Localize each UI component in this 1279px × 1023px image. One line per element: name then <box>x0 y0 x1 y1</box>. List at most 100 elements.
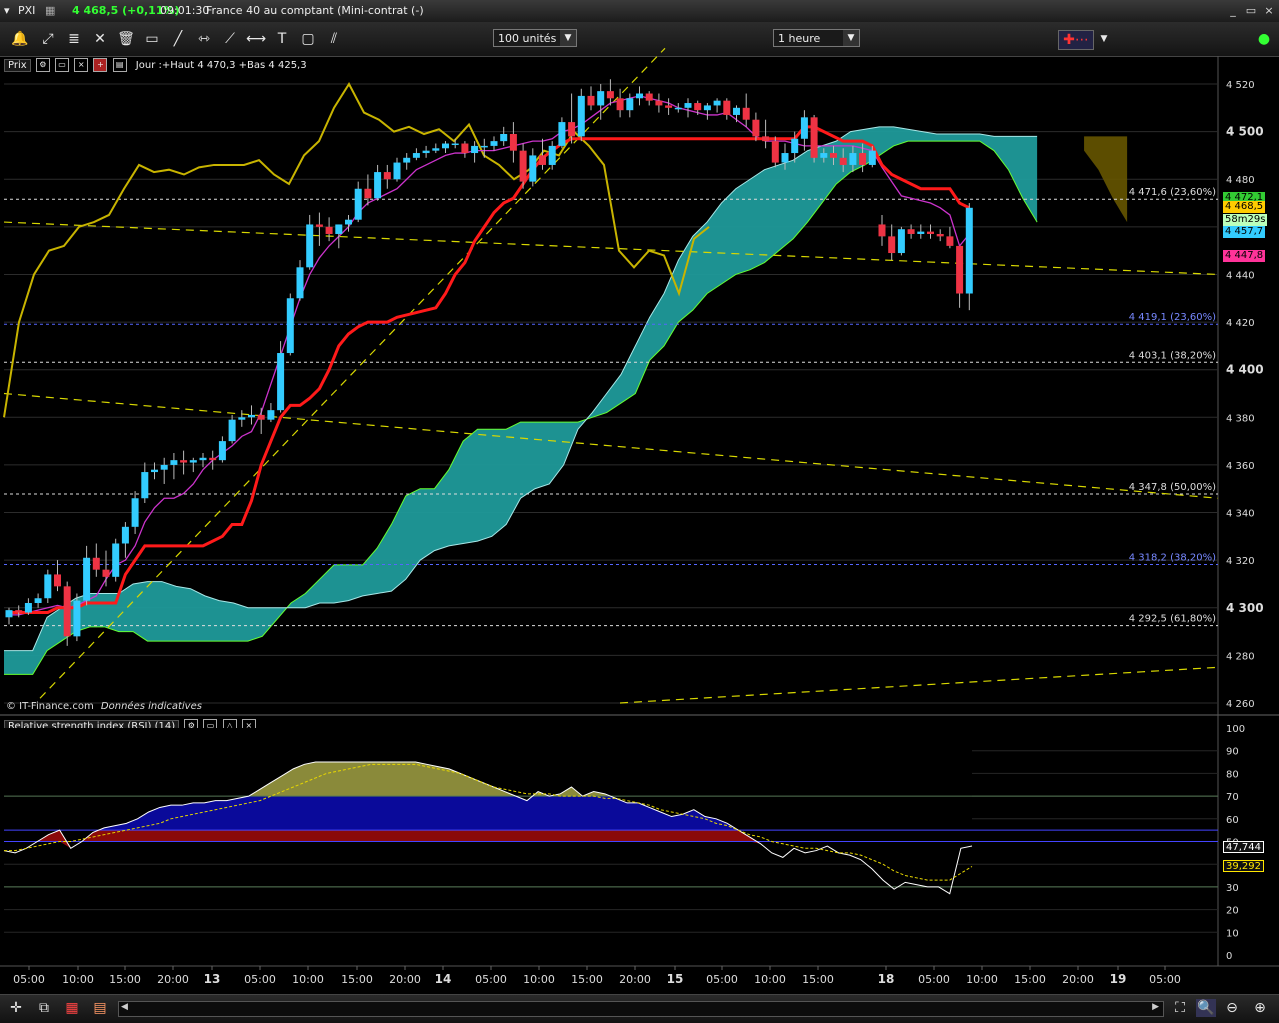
watermark-source: © IT-Finance.com <box>6 701 94 712</box>
time-tick-label: 15:00 <box>1014 973 1046 986</box>
fibonacci-label: 4 318,2 (38,20%) <box>1129 552 1216 563</box>
rsi-tick-label: 70 <box>1226 792 1239 803</box>
rsi-tick-label: 10 <box>1226 928 1239 939</box>
rsi-tick-label: 0 <box>1226 951 1232 962</box>
time-tick-label: 18 <box>878 972 895 986</box>
candle-body <box>548 145 556 165</box>
candle-body <box>121 526 129 544</box>
candle-body <box>151 469 158 473</box>
horizontal-scrollbar[interactable]: ◀ ▶ <box>118 1001 1164 1017</box>
candle-body <box>500 133 508 142</box>
time-tick-label: 10:00 <box>523 973 555 986</box>
scroll-left-icon[interactable]: ◀ <box>121 1002 128 1012</box>
time-tick-label: 19 <box>1110 972 1127 986</box>
candle-body <box>257 414 265 420</box>
candle-body <box>733 107 740 115</box>
candle-body <box>490 141 498 146</box>
candle-body <box>374 172 382 199</box>
time-tick-label: 15:00 <box>571 973 603 986</box>
price-tick-label: 4 300 <box>1226 601 1264 615</box>
candle-body <box>218 441 226 461</box>
time-tick-label: 05:00 <box>706 973 738 986</box>
candle-body <box>286 298 294 354</box>
candle-body <box>112 543 120 577</box>
time-tick-label: 20:00 <box>1062 973 1094 986</box>
senkou-a-line <box>4 126 1038 652</box>
time-tick-label: 10:00 <box>966 973 998 986</box>
candle-body <box>946 236 954 246</box>
candle-body <box>92 557 100 570</box>
candle-body <box>238 417 246 420</box>
scroll-right-icon[interactable]: ▶ <box>1152 1002 1159 1012</box>
time-tick-label: 15:00 <box>341 973 373 986</box>
rsi-value-badge: 39,292 <box>1223 859 1264 872</box>
candle-body <box>820 153 828 158</box>
candle-body <box>723 100 731 115</box>
fibonacci-label: 4 403,1 (38,20%) <box>1129 350 1216 361</box>
candle-body <box>965 207 973 294</box>
price-badge: 4 457,7 <box>1223 226 1266 239</box>
candle-body <box>383 172 391 180</box>
price-tick-label: 4 420 <box>1226 318 1255 329</box>
candle-body <box>694 103 702 111</box>
trend-line <box>619 666 1219 704</box>
candle-body <box>529 155 537 182</box>
candle-body <box>539 155 546 165</box>
price-tick-label: 4 280 <box>1226 651 1255 662</box>
zoom-select-icon[interactable]: 🔍 <box>1196 999 1216 1017</box>
candle-body <box>403 157 411 163</box>
fibonacci-label: 4 292,5 (61,80%) <box>1129 614 1216 625</box>
candle-body <box>141 472 149 499</box>
time-tick-label: 05:00 <box>1149 973 1181 986</box>
time-tick-label: 10:00 <box>62 973 94 986</box>
candle-body <box>393 162 401 180</box>
candle-body <box>442 143 449 149</box>
candle-body <box>5 610 13 618</box>
candle-body <box>325 226 333 234</box>
candle-body <box>742 107 750 120</box>
candle-body <box>267 410 275 420</box>
candle-body <box>354 188 362 220</box>
candle-body <box>364 188 372 199</box>
candle-body <box>160 464 168 470</box>
candle-body <box>577 95 585 137</box>
rsi-tick-label: 100 <box>1226 724 1245 735</box>
candle-body <box>315 224 323 227</box>
candle-body <box>461 143 469 154</box>
candle-body <box>180 460 188 463</box>
price-tick-label: 4 360 <box>1226 461 1255 472</box>
candle-body <box>645 93 653 101</box>
candle-body <box>15 610 23 613</box>
price-badge: 4 468,5 <box>1223 200 1266 213</box>
candle-body <box>558 122 566 146</box>
zoom-out-icon[interactable]: ⊖ <box>1222 999 1242 1017</box>
candle-body <box>471 145 479 154</box>
candle-body <box>519 150 527 182</box>
candle-body <box>568 122 576 137</box>
price-tick-label: 4 440 <box>1226 270 1255 281</box>
compare-icon[interactable]: ⧉ <box>34 999 54 1017</box>
chart-canvas[interactable]: 4 5204 5004 4804 4604 4404 4204 4004 380… <box>0 0 1279 994</box>
layout-icon[interactable]: ▦ <box>62 999 82 1017</box>
candle-body <box>451 143 459 146</box>
drawing-list-icon[interactable]: ▤ <box>90 999 110 1017</box>
crosshair-icon[interactable]: ✛ <box>6 999 26 1017</box>
rsi-tick-label: 90 <box>1226 747 1239 758</box>
trend-line <box>39 47 666 699</box>
candle-body <box>752 119 760 137</box>
ichimoku-cloud <box>4 126 1038 675</box>
candle-body <box>606 91 614 99</box>
time-tick-label: 20:00 <box>619 973 651 986</box>
candle-body <box>199 457 207 461</box>
candle-body <box>73 600 81 637</box>
zoom-fit-icon[interactable]: ⛶ <box>1170 999 1190 1017</box>
bottom-bar: ✛ ⧉ ▦ ▤ ◀ ▶ ⛶ 🔍 ⊖ ⊕ <box>0 994 1279 1023</box>
zoom-in-icon[interactable]: ⊕ <box>1250 999 1270 1017</box>
candle-body <box>345 219 352 225</box>
candle-body <box>626 98 634 111</box>
time-tick-label: 20:00 <box>157 973 189 986</box>
candle-body <box>936 233 944 237</box>
price-tick-label: 4 500 <box>1226 125 1264 139</box>
candle-body <box>636 93 643 99</box>
time-tick-label: 05:00 <box>244 973 276 986</box>
